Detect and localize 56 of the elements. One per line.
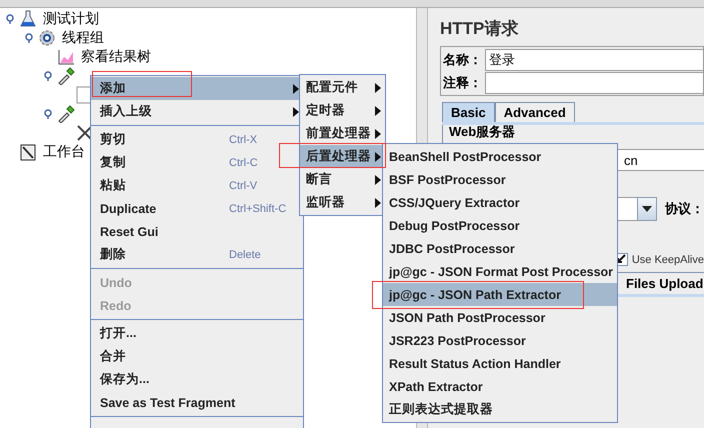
tab[interactable]: Advanced xyxy=(494,102,575,122)
expand-handle-icon[interactable] xyxy=(43,70,53,80)
page-icon xyxy=(76,86,92,104)
menu-item[interactable]: 后置处理器 xyxy=(300,145,385,168)
expand-handle-icon[interactable] xyxy=(43,108,53,118)
notepad-icon xyxy=(19,142,37,160)
menu-item[interactable]: BSF PostProcessor xyxy=(383,168,617,191)
menu-item[interactable]: JSR223 PostProcessor xyxy=(383,329,617,352)
menu-item[interactable]: Result Status Action Handler xyxy=(383,352,617,375)
menu-item[interactable]: jp@gc - JSON Format Post Processor xyxy=(383,260,617,283)
menu-item[interactable]: Debug PostProcessor xyxy=(383,214,617,237)
menu-item[interactable]: JSON Path PostProcessor xyxy=(383,306,617,329)
menu-item[interactable]: Duplicate Ctrl+Shift-C xyxy=(91,197,303,220)
menu-item[interactable]: 复制 Ctrl-C xyxy=(91,151,303,174)
menu-item[interactable]: 打开... xyxy=(91,322,303,345)
menu-item[interactable]: 插入上级 xyxy=(91,100,303,123)
tree-node[interactable]: 工作台 xyxy=(41,142,87,160)
menu-item[interactable]: JDBC PostProcessor xyxy=(383,237,617,260)
tree-node[interactable]: 线程组 xyxy=(60,28,106,46)
name-field[interactable]: 登录 xyxy=(485,48,703,70)
menu-item[interactable]: 监听器 xyxy=(300,191,385,214)
dropper-icon xyxy=(57,66,75,84)
menu-item[interactable]: 剪切 Ctrl-X xyxy=(91,128,303,151)
expand-handle-icon[interactable] xyxy=(5,14,15,24)
menu-item[interactable]: Save as Test Fragment xyxy=(91,391,303,414)
tab[interactable]: Basic xyxy=(442,102,495,122)
gear-icon xyxy=(38,28,56,46)
menu-item[interactable]: 配置元件 xyxy=(300,76,385,99)
menu-item[interactable]: 前置处理器 xyxy=(300,122,385,145)
expand-handle-icon[interactable] xyxy=(24,32,34,42)
menu-item[interactable]: 合并 xyxy=(91,345,303,368)
flask-icon xyxy=(19,10,37,28)
menu-item[interactable]: 保存为... xyxy=(91,368,303,391)
menu-item[interactable]: 正则表达式提取器 xyxy=(383,398,617,421)
group-title: Web服务器 xyxy=(449,125,516,139)
menu-item[interactable]: XPath Extractor xyxy=(383,375,617,398)
field-label: 名称： xyxy=(443,50,483,68)
tree-node[interactable]: 测试计划 xyxy=(41,10,101,28)
checkbox-label: Use KeepAlive xyxy=(632,254,704,266)
menu-item[interactable]: BeanShell PostProcessor xyxy=(383,145,617,168)
panel-title: HTTP请求 xyxy=(439,18,520,40)
menu-item[interactable]: 粘贴 Ctrl-V xyxy=(91,174,303,197)
menu-item[interactable]: CSS/JQuery Extractor xyxy=(383,191,617,214)
menu-item[interactable]: 断言 xyxy=(300,168,385,191)
protocol-label: 协议： xyxy=(665,200,704,218)
menu-item[interactable]: jp@gc - JSON Path Extractor xyxy=(383,283,617,306)
field-label: 注释： xyxy=(443,74,483,92)
menu-item[interactable]: 定时器 xyxy=(300,99,385,122)
caret-icon xyxy=(642,206,652,212)
comment-field[interactable] xyxy=(485,72,703,94)
menu-item[interactable]: Reset Gui xyxy=(91,220,303,243)
dropper-icon xyxy=(57,104,75,122)
chart-icon xyxy=(57,48,75,66)
menu-item[interactable]: 删除 Delete xyxy=(91,243,303,266)
dropdown-button[interactable] xyxy=(637,197,657,221)
tree-node[interactable]: 察看结果树 xyxy=(79,48,153,66)
